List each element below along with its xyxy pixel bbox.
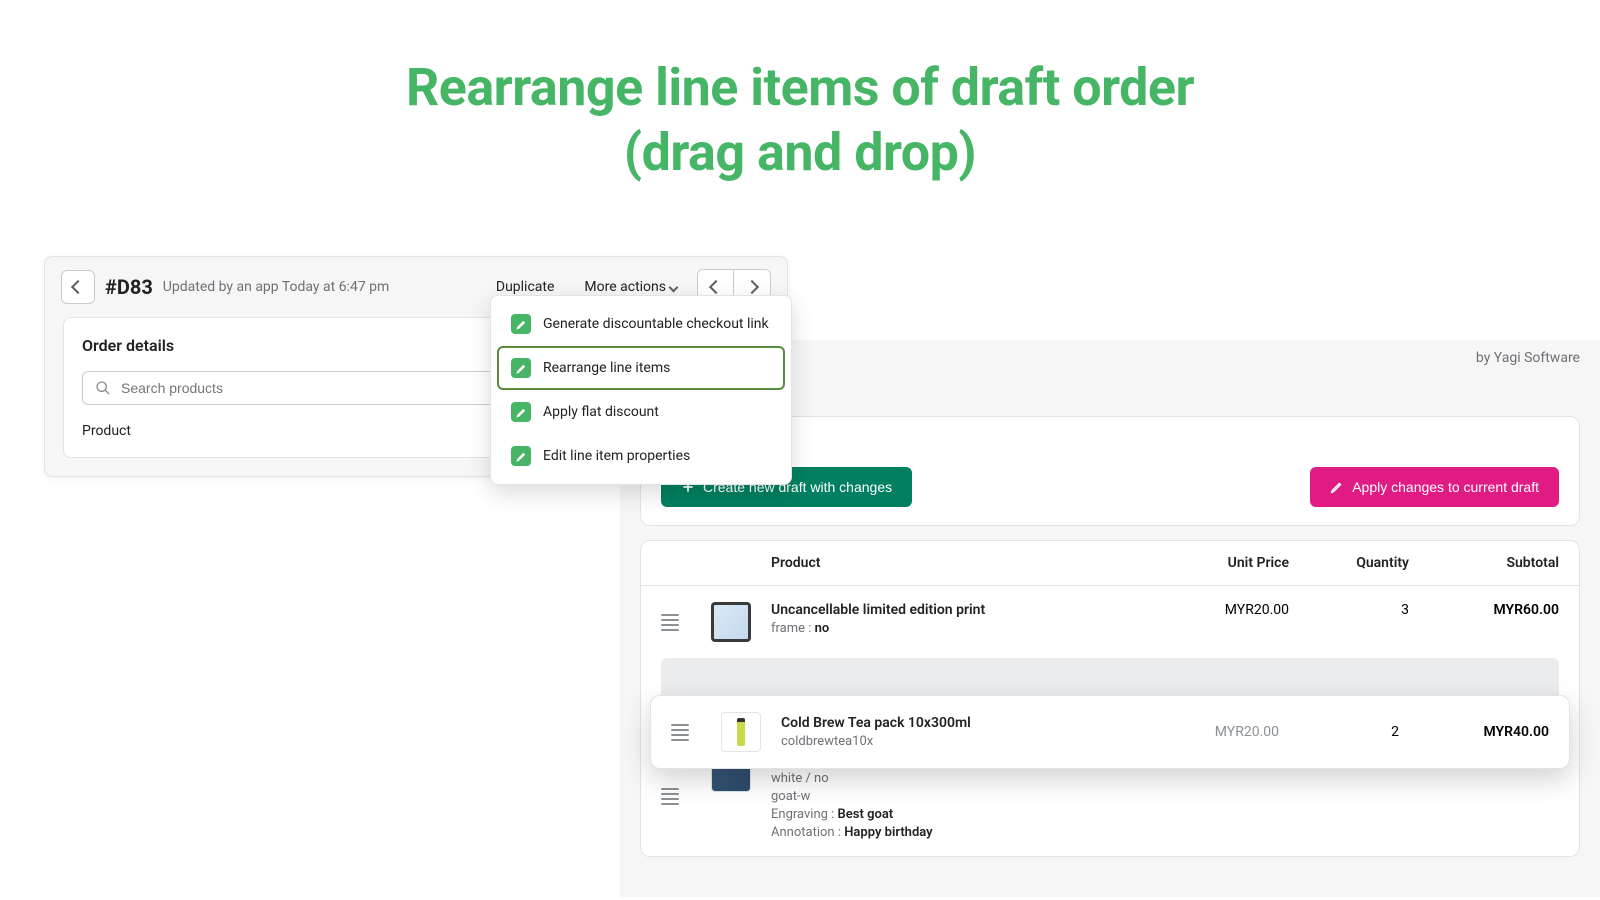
quantity: 2 — [1279, 724, 1399, 740]
search-icon — [95, 380, 111, 396]
menu-flat-discount[interactable]: Apply flat discount — [497, 390, 785, 434]
unit-price: MYR20.00 — [1149, 602, 1289, 618]
arrow-left-icon — [71, 280, 85, 294]
drag-icon — [671, 724, 689, 741]
product-sku: coldbrewtea10x — [781, 734, 1139, 749]
product-thumb — [721, 712, 761, 752]
th-product: Product — [771, 555, 1149, 571]
hero-line2: (drag and drop) — [0, 120, 1600, 185]
menu-rearrange[interactable]: Rearrange line items — [497, 346, 785, 390]
menu-item-label: Rearrange line items — [543, 360, 670, 376]
menu-item-label: Generate discountable checkout link — [543, 316, 769, 332]
chevron-down-icon — [669, 282, 679, 292]
product-name: Uncancellable limited edition print — [771, 602, 1149, 618]
menu-item-label: Apply flat discount — [543, 404, 659, 420]
pencil-icon — [1330, 480, 1344, 494]
more-actions-label: More actions — [584, 279, 666, 295]
table-header: Product Unit Price Quantity Subtotal — [641, 541, 1579, 586]
table-row[interactable]: Uncancellable limited edition print fram… — [641, 586, 1579, 658]
product-meta: frame : no — [771, 621, 1149, 636]
drag-handle[interactable] — [671, 712, 721, 752]
product-prop: Annotation : Happy birthday — [771, 825, 1149, 840]
drag-handle[interactable] — [661, 602, 711, 642]
button-label: Apply changes to current draft — [1352, 479, 1539, 495]
drag-icon — [661, 788, 679, 805]
hero-title: Rearrange line items of draft order (dra… — [0, 0, 1600, 185]
pencil-icon — [511, 314, 531, 334]
drag-handle[interactable] — [661, 788, 711, 805]
menu-generate-link[interactable]: Generate discountable checkout link — [497, 302, 785, 346]
dragged-row[interactable]: Cold Brew Tea pack 10x300ml coldbrewtea1… — [650, 695, 1570, 769]
product-variant: white / no — [771, 771, 1149, 786]
pencil-icon — [511, 358, 531, 378]
byline: by Yagi Software — [1476, 350, 1580, 366]
pencil-icon — [511, 446, 531, 466]
quantity: 3 — [1289, 602, 1409, 618]
unsaved-warning: ed changes. — [661, 435, 1559, 453]
pencil-icon — [511, 402, 531, 422]
product-prop: Engraving : Best goat — [771, 807, 1149, 822]
th-price: Unit Price — [1149, 555, 1289, 571]
th-subtotal: Subtotal — [1409, 555, 1559, 571]
subtotal: MYR60.00 — [1409, 602, 1559, 618]
back-button[interactable] — [61, 270, 95, 304]
th-qty: Quantity — [1289, 555, 1409, 571]
order-meta: Updated by an app Today at 6:47 pm — [163, 279, 390, 295]
hero-line1: Rearrange line items of draft order — [0, 55, 1600, 120]
product-name: Cold Brew Tea pack 10x300ml — [781, 715, 1139, 731]
menu-edit-properties[interactable]: Edit line item properties — [497, 434, 785, 478]
chevron-left-icon — [708, 280, 722, 294]
chevron-right-icon — [745, 280, 759, 294]
apply-changes-button[interactable]: Apply changes to current draft — [1310, 467, 1559, 507]
more-actions-menu: Generate discountable checkout link Rear… — [490, 295, 792, 485]
drag-icon — [661, 614, 679, 631]
unit-price: MYR20.00 — [1139, 724, 1279, 740]
product-thumb — [711, 602, 751, 642]
menu-item-label: Edit line item properties — [543, 448, 690, 464]
order-id: #D83 — [105, 275, 153, 299]
subtotal: MYR40.00 — [1399, 724, 1549, 740]
product-sku: goat-w — [771, 789, 1149, 804]
